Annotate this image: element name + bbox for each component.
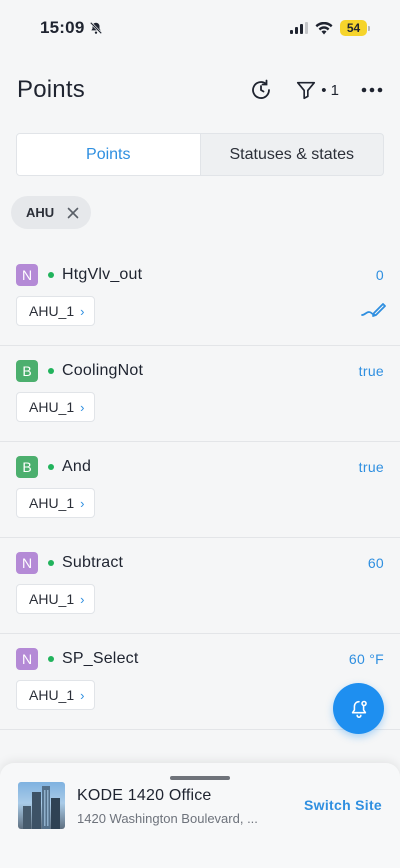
building-icon: [23, 786, 60, 829]
chevron-right-icon: ›: [80, 495, 85, 511]
point-value: true: [358, 363, 384, 379]
more-icon: [361, 87, 383, 93]
page-header: Points • 1: [0, 68, 400, 112]
refresh-icon: [252, 79, 271, 99]
point-value: 60 °F: [348, 651, 384, 667]
filter-chip[interactable]: AHU: [11, 196, 91, 229]
edit-icon: [361, 303, 386, 317]
battery-icon: 54: [340, 20, 367, 36]
view-tabs: Points Statuses & states: [16, 133, 384, 176]
site-sheet[interactable]: KODE 1420 Office 1420 Washington Bouleva…: [0, 763, 400, 868]
point-name: And: [62, 458, 92, 475]
point-row[interactable]: B CoolingNot true AHU_1 ›: [0, 346, 400, 442]
point-row[interactable]: N Subtract 60 AHU_1 ›: [0, 538, 400, 634]
status-bar: 15:09 54: [0, 0, 400, 56]
filter-button[interactable]: • 1: [295, 79, 339, 101]
tab-statuses-states[interactable]: Statuses & states: [201, 134, 384, 175]
battery-nub: [368, 25, 370, 31]
equipment-link[interactable]: AHU_1 ›: [16, 392, 96, 422]
bell-off-icon: [90, 21, 103, 35]
equipment-link[interactable]: AHU_1 ›: [16, 680, 96, 710]
filter-icon: [297, 81, 316, 100]
chevron-right-icon: ›: [80, 399, 85, 415]
chevron-right-icon: ›: [80, 591, 85, 607]
equipment-link[interactable]: AHU_1 ›: [16, 584, 96, 614]
equipment-label: AHU_1: [29, 687, 75, 703]
status-indicators: 54: [290, 20, 370, 36]
points-list: N HtgVlv_out 0 AHU_1 › B CoolingNot true…: [0, 250, 400, 730]
more-button[interactable]: [361, 87, 383, 93]
header-actions: • 1: [249, 78, 383, 102]
online-status-dot: [48, 368, 54, 374]
alarm-bell-icon: [351, 700, 367, 718]
equipment-label: AHU_1: [29, 591, 75, 607]
switch-site-button[interactable]: Switch Site: [304, 797, 382, 813]
filter-count: • 1: [321, 81, 339, 99]
signal-icon: [290, 22, 308, 34]
point-name: HtgVlv_out: [62, 266, 143, 283]
point-name: CoolingNot: [62, 362, 144, 379]
filter-chip-label: AHU: [26, 205, 55, 220]
point-value: 60: [367, 555, 384, 571]
online-status-dot: [48, 656, 54, 662]
point-type-badge: N: [16, 648, 38, 670]
wifi-icon: [315, 21, 333, 34]
equipment-label: AHU_1: [29, 399, 75, 415]
refresh-button[interactable]: [249, 78, 273, 102]
equipment-label: AHU_1: [29, 495, 75, 511]
sheet-grabber[interactable]: [170, 776, 230, 780]
status-time: 15:09: [40, 18, 103, 38]
point-type-badge: B: [16, 360, 38, 382]
point-value: true: [358, 459, 384, 475]
site-name: KODE 1420 Office: [77, 787, 212, 804]
point-type-badge: N: [16, 264, 38, 286]
chevron-right-icon: ›: [80, 303, 85, 319]
page-title: Points: [17, 76, 85, 103]
online-status-dot: [48, 560, 54, 566]
online-status-dot: [48, 464, 54, 470]
equipment-label: AHU_1: [29, 303, 75, 319]
site-thumbnail: [18, 782, 65, 829]
point-type-badge: N: [16, 552, 38, 574]
equipment-link[interactable]: AHU_1 ›: [16, 296, 96, 326]
point-name: SP_Select: [62, 650, 139, 667]
online-status-dot: [48, 272, 54, 278]
point-type-badge: B: [16, 456, 38, 478]
point-header: N HtgVlv_out 0: [16, 263, 384, 287]
point-row[interactable]: N HtgVlv_out 0 AHU_1 ›: [0, 250, 400, 346]
tab-points[interactable]: Points: [17, 134, 201, 175]
point-header: N SP_Select 60 °F: [16, 647, 384, 671]
edit-value-button[interactable]: [360, 300, 386, 323]
site-address: 1420 Washington Boulevard, ...: [77, 811, 258, 826]
equipment-link[interactable]: AHU_1 ›: [16, 488, 96, 518]
clock: 15:09: [40, 18, 85, 37]
point-header: B CoolingNot true: [16, 359, 384, 383]
chevron-right-icon: ›: [80, 687, 85, 703]
point-value: 0: [375, 267, 384, 283]
point-row[interactable]: B And true AHU_1 ›: [0, 442, 400, 538]
point-header: B And true: [16, 455, 384, 479]
point-name: Subtract: [62, 554, 124, 571]
alarms-fab-button[interactable]: [333, 683, 384, 734]
point-header: N Subtract 60: [16, 551, 384, 575]
close-icon[interactable]: [67, 207, 79, 219]
